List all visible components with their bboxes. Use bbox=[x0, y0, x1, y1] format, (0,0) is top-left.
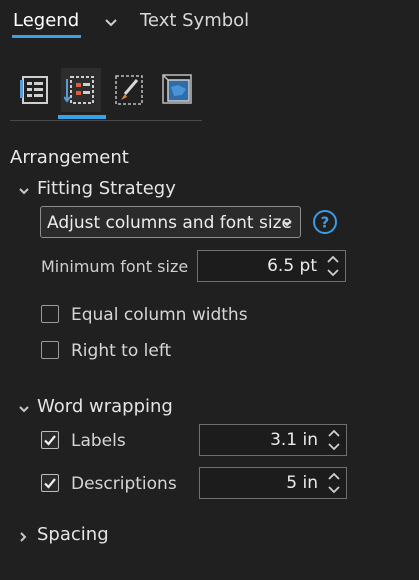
symbol-brush-icon bbox=[115, 75, 143, 105]
labels-label[interactable]: Labels bbox=[71, 430, 126, 452]
section-heading-arrangement: Arrangement bbox=[10, 147, 129, 168]
legend-options-icon bbox=[20, 76, 48, 104]
word-wrapping-heading[interactable]: Word wrapping bbox=[37, 395, 173, 419]
tab-text-symbol[interactable]: Text Symbol bbox=[140, 9, 249, 33]
min-font-size-input[interactable]: 6.5 pt bbox=[197, 250, 346, 282]
descriptions-width-value: 5 in bbox=[286, 473, 318, 493]
question-circle-icon[interactable]: ? bbox=[312, 209, 338, 235]
active-icon-indicator bbox=[58, 115, 106, 119]
dropdown-value: Adjust columns and font size bbox=[47, 213, 292, 233]
divider bbox=[10, 120, 202, 121]
labels-width-input[interactable]: 3.1 in bbox=[199, 424, 347, 456]
chevron-down-icon bbox=[19, 188, 29, 195]
tab-legend[interactable]: Legend bbox=[13, 9, 79, 33]
spin-down-icon[interactable] bbox=[325, 266, 341, 279]
min-font-size-value: 6.5 pt bbox=[267, 256, 317, 276]
spin-down-icon[interactable] bbox=[326, 483, 342, 496]
checkmark-icon bbox=[44, 435, 56, 446]
descriptions-checkbox[interactable] bbox=[41, 474, 59, 492]
active-tab-indicator bbox=[12, 35, 81, 38]
svg-text:?: ? bbox=[321, 214, 330, 232]
spin-up-icon[interactable] bbox=[326, 470, 342, 483]
spacing-toggle[interactable] bbox=[17, 528, 29, 547]
chevron-down-icon bbox=[19, 406, 29, 413]
legend-options-button[interactable] bbox=[15, 68, 55, 112]
equal-column-widths-label[interactable]: Equal column widths bbox=[71, 304, 248, 326]
right-to-left-checkbox[interactable] bbox=[41, 341, 59, 359]
chevron-down-icon bbox=[282, 220, 292, 227]
right-to-left-label[interactable]: Right to left bbox=[71, 340, 171, 362]
checkmark-icon bbox=[44, 478, 56, 489]
word-wrapping-toggle[interactable] bbox=[18, 400, 30, 419]
symbol-button[interactable] bbox=[109, 68, 149, 112]
chevron-down-icon[interactable] bbox=[101, 12, 121, 32]
spin-up-icon[interactable] bbox=[326, 427, 342, 440]
descriptions-label[interactable]: Descriptions bbox=[71, 473, 177, 495]
spacing-heading[interactable]: Spacing bbox=[37, 523, 109, 547]
equal-column-widths-checkbox[interactable] bbox=[41, 305, 59, 323]
descriptions-width-input[interactable]: 5 in bbox=[199, 467, 347, 499]
fitting-strategy-dropdown[interactable]: Adjust columns and font size bbox=[40, 206, 301, 238]
arrangement-icon bbox=[64, 76, 94, 104]
labels-checkbox[interactable] bbox=[41, 431, 59, 449]
spin-up-icon[interactable] bbox=[325, 253, 341, 266]
fitting-strategy-heading[interactable]: Fitting Strategy bbox=[37, 177, 176, 201]
spin-down-icon[interactable] bbox=[326, 440, 342, 453]
min-font-size-label: Minimum font size bbox=[41, 257, 189, 276]
display-frame-icon bbox=[162, 74, 192, 104]
chevron-right-icon bbox=[20, 532, 27, 542]
display-button[interactable] bbox=[157, 68, 197, 112]
labels-width-value: 3.1 in bbox=[270, 430, 318, 450]
fitting-strategy-toggle[interactable] bbox=[18, 182, 30, 201]
arrangement-button[interactable] bbox=[61, 68, 101, 112]
